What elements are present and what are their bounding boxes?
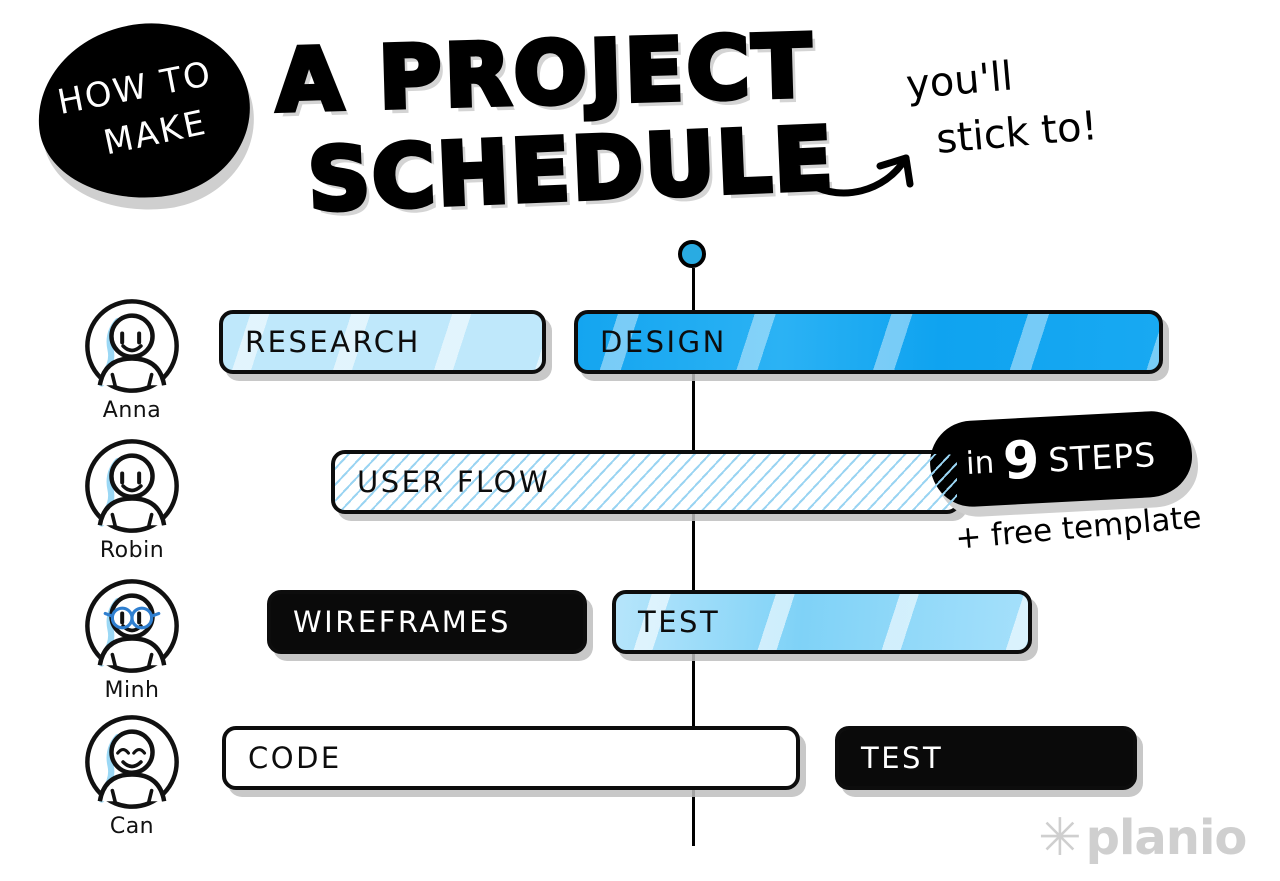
planio-logo: ✳ planio	[1038, 807, 1248, 868]
schedule-row: Anna RESEARCH DESIGN	[0, 296, 1280, 426]
avatar-figure-icon	[82, 712, 182, 812]
gantt-bar-label: TEST	[861, 741, 944, 775]
page-title: A PROJECT SCHEDULE	[272, 14, 842, 234]
tagline-line-2: stick to!	[934, 103, 1100, 163]
tagline-line-1: you'll	[904, 53, 1015, 109]
gantt-bar-label: USER FLOW	[357, 465, 551, 499]
title-line-2: SCHEDULE	[304, 107, 839, 234]
title-line-1: A PROJECT	[272, 14, 818, 134]
avatar-name: Can	[109, 814, 155, 839]
gantt-bar-label: DESIGN	[600, 325, 727, 359]
how-to-make-badge: HOW TO MAKE	[29, 13, 263, 221]
gantt-bar-label: RESEARCH	[245, 325, 421, 359]
tagline: you'll stick to!	[810, 53, 1198, 197]
curved-arrow-icon	[810, 154, 914, 197]
asterisk-icon: ✳	[1038, 807, 1082, 868]
poster-canvas: HOW TO MAKE A PROJECT SCHEDULE you'll st…	[0, 0, 1280, 881]
gantt-bar-label: TEST	[638, 605, 721, 639]
schedule-row: Minh WIREFRAMES TEST	[0, 576, 1280, 706]
gantt-bar-label: CODE	[248, 741, 342, 775]
steps-badge-pill	[927, 409, 1195, 509]
avatar-minh[interactable]: Minh	[82, 576, 182, 703]
avatar-name: Anna	[102, 398, 162, 423]
avatar-can[interactable]: Can	[82, 712, 182, 839]
today-marker-dot[interactable]	[678, 240, 706, 268]
gantt-bar-research[interactable]: RESEARCH	[219, 310, 546, 374]
avatar-name: Robin	[99, 538, 165, 563]
gantt-bar-label: WIREFRAMES	[293, 605, 511, 639]
gantt-bar-code[interactable]: CODE	[222, 726, 800, 790]
gantt-bar-test[interactable]: TEST	[835, 726, 1137, 790]
gantt-bar-test[interactable]: TEST	[612, 590, 1032, 654]
avatar-figure-icon	[82, 296, 182, 396]
brand-name: planio	[1085, 810, 1248, 866]
gantt-bar-design[interactable]: DESIGN	[574, 310, 1163, 374]
avatar-robin[interactable]: Robin	[82, 436, 182, 563]
avatar-name: Minh	[104, 678, 160, 703]
avatar-anna[interactable]: Anna	[82, 296, 182, 423]
avatar-figure-icon	[82, 576, 182, 676]
avatar-figure-icon	[82, 436, 182, 536]
gantt-bar-user-flow[interactable]: USER FLOW	[331, 450, 961, 514]
gantt-bar-wireframes[interactable]: WIREFRAMES	[267, 590, 587, 654]
steps-badge: in 9 STEPS	[927, 409, 1201, 519]
